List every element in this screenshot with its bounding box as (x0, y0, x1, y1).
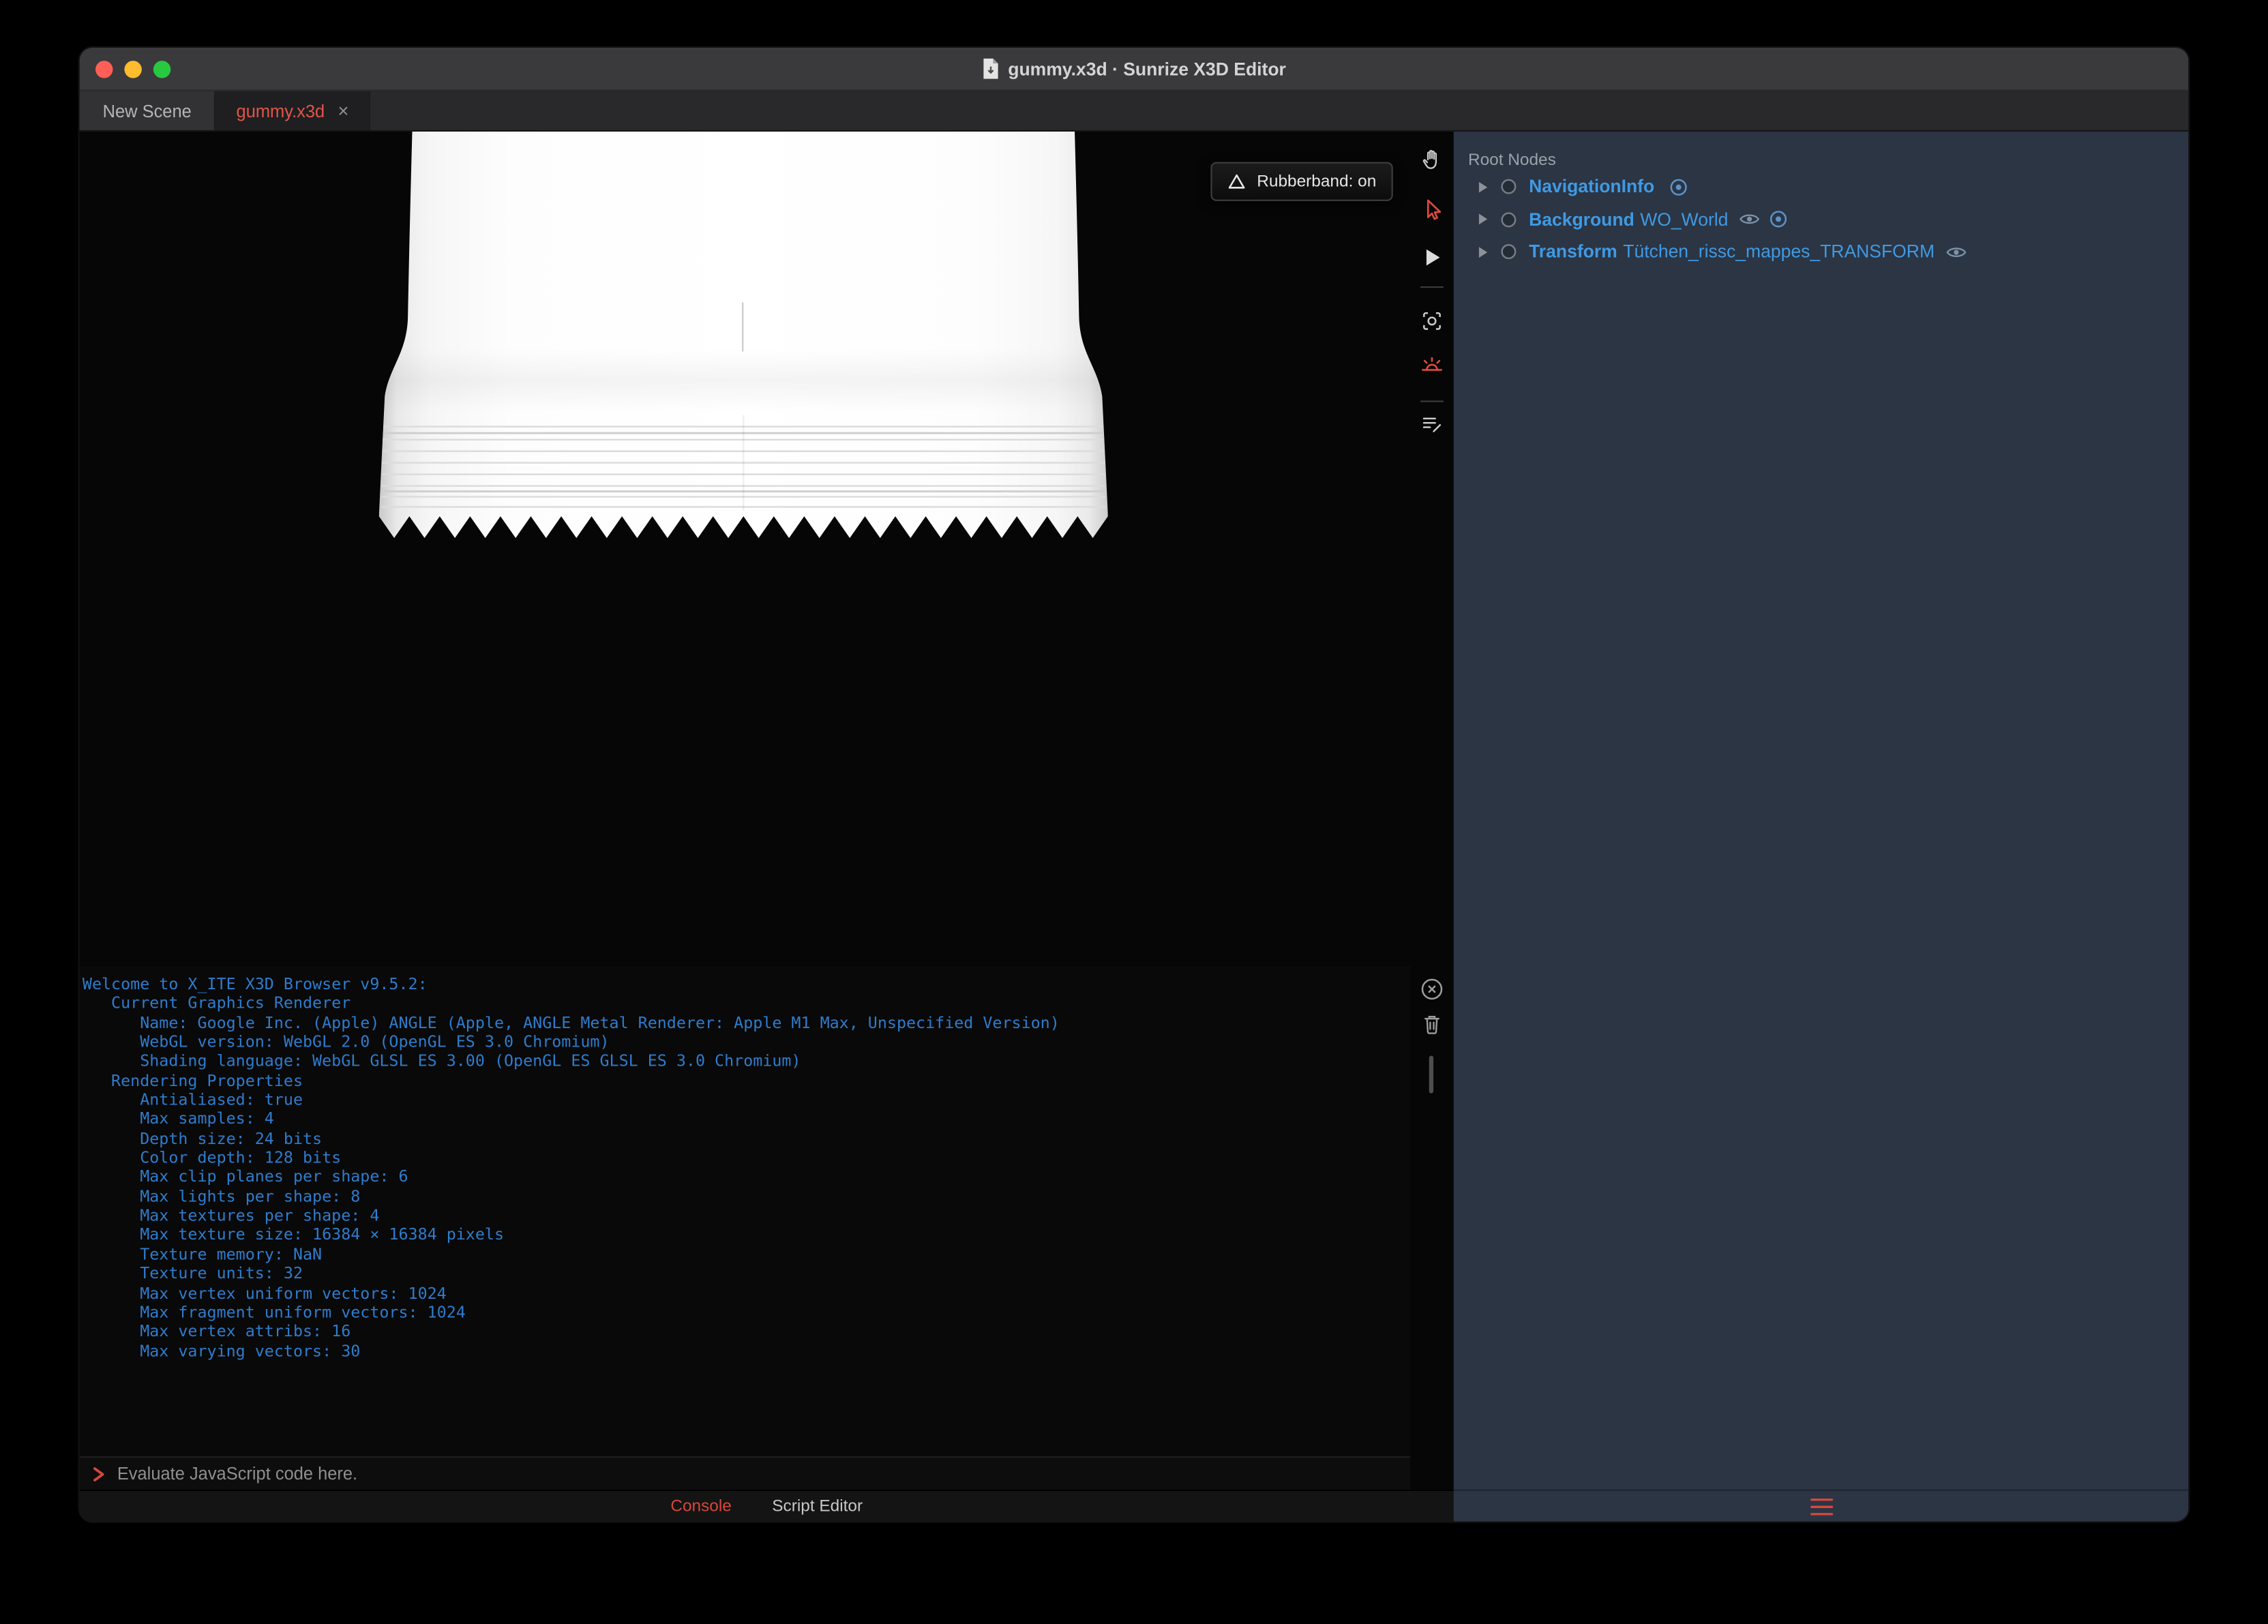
play-icon (1426, 249, 1440, 266)
node-name-label: WO_World (1640, 209, 1729, 230)
circle-x-icon (1421, 978, 1443, 1000)
viewpoint-button[interactable] (1419, 308, 1445, 334)
tab-bar: New Scene gummy.x3d × (79, 91, 2189, 132)
script-pencil-icon (1422, 417, 1442, 433)
node-type-label: NavigationInfo (1529, 177, 1655, 198)
bottom-tab-console[interactable]: Console (670, 1497, 732, 1514)
close-window-button[interactable] (95, 61, 113, 78)
pouch-3d-model (378, 132, 1108, 539)
console-scrollbar[interactable] (1429, 1055, 1434, 1094)
outline-panel: Root Nodes NavigationInfo Background WO_… (1453, 132, 2189, 1490)
toolbar-separator (1420, 400, 1444, 402)
eye-icon[interactable] (1945, 244, 1967, 260)
rubberband-triangle-icon (1228, 174, 1245, 190)
hand-icon (1422, 149, 1437, 169)
console-line: Antialiased: true (82, 1090, 303, 1110)
console-line: Max vertex uniform vectors: 1024 (82, 1283, 447, 1303)
sunrise-view-button[interactable] (1419, 351, 1445, 377)
console-line: Shading language: WebGL GLSL ES 3.00 (Op… (82, 1051, 801, 1071)
console-line: Rendering Properties (82, 1071, 303, 1090)
minimize-window-button[interactable] (124, 61, 142, 78)
disclosure-triangle-icon[interactable] (1478, 181, 1489, 194)
node-circle-icon (1500, 178, 1517, 195)
delete-console-button[interactable] (1419, 1011, 1445, 1037)
console-line: Max clip planes per shape: 6 (82, 1167, 408, 1187)
toolbar-separator (1420, 286, 1444, 288)
cursor-icon (1427, 199, 1442, 220)
viewport-toolbar (1410, 132, 1454, 1490)
console-input[interactable]: Evaluate JavaScript code here. (117, 1464, 357, 1484)
console-line: Max lights per shape: 8 (82, 1187, 361, 1206)
console-line: Max varying vectors: 30 (82, 1341, 361, 1361)
bottom-tab-script-editor[interactable]: Script Editor (772, 1497, 863, 1514)
console-line: Texture memory: NaN (82, 1244, 323, 1264)
bottom-tab-bar: Console Script Editor (79, 1489, 1454, 1522)
console-line: Depth size: 24 bits (82, 1129, 323, 1148)
script-editor-button[interactable] (1419, 410, 1445, 436)
console-input-row[interactable]: Evaluate JavaScript code here. (79, 1456, 1411, 1490)
tab-gummy-x3d[interactable]: gummy.x3d × (215, 91, 371, 130)
titlebar: gummy.x3d · Sunrize X3D Editor (79, 47, 2189, 91)
console-line: Max textures per shape: 4 (82, 1206, 380, 1225)
console-line: Max fragment uniform vectors: 1024 (82, 1302, 466, 1322)
outline-bottom-bar (1453, 1489, 2189, 1522)
console-output: Welcome to X_ITE X3D Browser v9.5.2: Cur… (79, 965, 1411, 1457)
console-line: Current Graphics Renderer (82, 993, 351, 1013)
outline-tree: NavigationInfo Background WO_World Trans… (1454, 170, 2189, 268)
document-icon (982, 58, 999, 80)
console-line: Texture units: 32 (82, 1264, 303, 1283)
eye-icon[interactable] (1738, 211, 1760, 227)
tab-new-scene[interactable]: New Scene (79, 91, 216, 130)
window-controls (95, 48, 171, 91)
node-circle-icon (1500, 243, 1517, 260)
fisheye-icon[interactable] (1769, 210, 1788, 229)
node-circle-icon (1500, 211, 1517, 228)
console-line: Color depth: 128 bits (82, 1148, 342, 1167)
rubberband-label: Rubberband: on (1257, 172, 1377, 190)
prompt-chevron-icon (93, 1466, 106, 1482)
outline-header: Root Nodes (1467, 151, 1556, 170)
node-name-label: Tütchen_rissc_mappes_TRANSFORM (1623, 241, 1935, 262)
play-button[interactable] (1419, 244, 1445, 270)
node-type-label: Background (1529, 209, 1635, 230)
tree-node-transform[interactable]: Transform Tütchen_rissc_mappes_TRANSFORM (1454, 236, 2189, 269)
console-line: Welcome to X_ITE X3D Browser v9.5.2: (82, 974, 428, 994)
console-line: Name: Google Inc. (Apple) ANGLE (Apple, … (82, 1013, 1060, 1032)
console-line: Max vertex attribs: 16 (82, 1322, 351, 1341)
window-title-text: gummy.x3d · Sunrize X3D Editor (1008, 58, 1286, 79)
viewfinder-icon (1423, 312, 1441, 330)
window-title: gummy.x3d · Sunrize X3D Editor (982, 58, 1286, 80)
tree-node-background[interactable]: Background WO_World (1454, 203, 2189, 236)
trash-icon (1424, 1015, 1439, 1034)
tab-label: gummy.x3d (236, 100, 325, 121)
tree-node-navigationinfo[interactable]: NavigationInfo (1454, 170, 2189, 203)
app-window: gummy.x3d · Sunrize X3D Editor New Scene… (79, 47, 2189, 1522)
node-list-icon[interactable] (1809, 1496, 1834, 1516)
clear-console-button[interactable] (1419, 976, 1445, 1002)
fisheye-icon[interactable] (1669, 177, 1688, 196)
select-tool-button[interactable] (1419, 196, 1445, 222)
tab-label: New Scene (102, 100, 192, 121)
disclosure-triangle-icon[interactable] (1478, 213, 1489, 226)
console-line: WebGL version: WebGL 2.0 (OpenGL ES 3.0 … (82, 1032, 610, 1052)
console-line: Max texture size: 16384 × 16384 pixels (82, 1225, 505, 1245)
rubberband-badge: Rubberband: on (1210, 162, 1394, 201)
close-tab-icon[interactable]: × (338, 101, 348, 120)
node-type-label: Transform (1529, 241, 1617, 262)
desktop-background: gummy.x3d · Sunrize X3D Editor New Scene… (0, 0, 2268, 1624)
zoom-window-button[interactable] (153, 61, 171, 78)
console-line: Max samples: 4 (82, 1109, 274, 1129)
sunrise-icon (1422, 357, 1442, 371)
disclosure-triangle-icon[interactable] (1478, 245, 1489, 258)
3d-viewport[interactable]: Rubberband: on (79, 132, 1411, 966)
hand-pan-button[interactable] (1419, 146, 1445, 172)
